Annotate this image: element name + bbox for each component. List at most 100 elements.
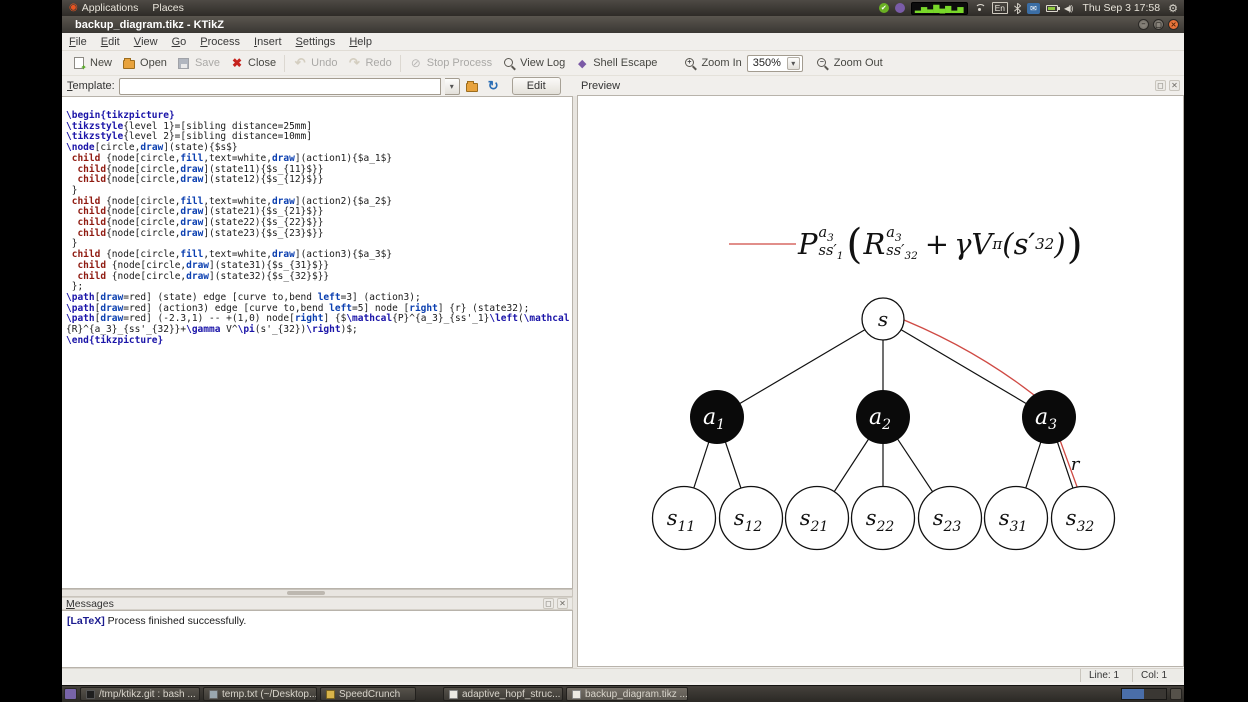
messages-dock-header: Messages ◻ ✕ xyxy=(62,597,573,610)
task-speedcrunch[interactable]: SpeedCrunch xyxy=(320,687,416,701)
equalizer-bars-icon: ▂▅▃▇▄▆▂▅ xyxy=(914,3,964,13)
messages-float-icon[interactable]: ◻ xyxy=(543,598,554,609)
template-open-button[interactable] xyxy=(464,78,481,95)
code-editor[interactable]: \begin{tikzpicture} \tikzstyle{level 1}=[… xyxy=(62,96,573,589)
new-button[interactable]: New xyxy=(67,54,117,72)
keyboard-layout-indicator[interactable]: En xyxy=(991,2,1008,14)
document-icon xyxy=(572,689,581,699)
preview-pane[interactable]: s a1 a2 a3 s11 s12 s21 s22 s23 s31 s32 r xyxy=(577,95,1184,667)
message-text: Process finished successfully. xyxy=(104,615,247,627)
tikz-diagram-canvas: s a1 a2 a3 s11 s12 s21 s22 s23 s31 s32 r xyxy=(651,243,1116,551)
places-menu[interactable]: Places xyxy=(145,0,191,16)
code-line: \path[draw=red] (-2.3,1) -- +(1,0) node[… xyxy=(66,313,570,336)
taskbar: /tmp/ktikz.git : bash ... temp.txt (~/De… xyxy=(62,686,1184,702)
folder-icon xyxy=(466,81,479,92)
ktikz-window: backup_diagram.tikz - KTikZ – ▢ ✕ File E… xyxy=(62,16,1184,686)
menu-help[interactable]: Help xyxy=(342,33,379,50)
shell-escape-button[interactable]: ◆ Shell Escape xyxy=(570,54,662,72)
places-menu-label: Places xyxy=(152,2,184,14)
maximize-button[interactable]: ▢ xyxy=(1153,19,1164,30)
editor-horizontal-scrollbar[interactable] xyxy=(62,589,573,597)
workspace-1[interactable] xyxy=(1122,689,1144,699)
reward-edge-label: r xyxy=(1071,454,1081,475)
battery-icon[interactable] xyxy=(1045,4,1060,12)
zoom-level-select[interactable]: 350% ▾ xyxy=(746,54,803,72)
menu-file[interactable]: File xyxy=(62,33,94,50)
zoom-out-button[interactable]: − Zoom Out xyxy=(811,54,888,72)
system-monitor-applet[interactable]: ▂▅▃▇▄▆▂▅ xyxy=(910,1,968,15)
session-menu-icon[interactable]: ⚙ xyxy=(1166,2,1184,15)
code-line: child {node[circle,draw](state32){$s_{32… xyxy=(77,270,330,282)
statusbar: Line: 1 Col: 1 xyxy=(62,668,1184,682)
open-folder-icon xyxy=(122,56,136,70)
preview-float-icon[interactable]: ◻ xyxy=(1155,80,1166,91)
template-row: Template: ▾ ↻ Edit xyxy=(62,76,573,96)
toolbar-separator xyxy=(399,54,401,72)
leaf-node-s22 xyxy=(850,485,916,551)
task-terminal[interactable]: /tmp/ktikz.git : bash ... xyxy=(80,687,200,701)
preview-dock-title: Preview xyxy=(581,79,621,92)
stop-process-button[interactable]: ⊘ Stop Process xyxy=(404,54,497,72)
leaf-node-s32 xyxy=(1050,485,1116,551)
leaf-node-s31 xyxy=(983,485,1049,551)
save-button[interactable]: Save xyxy=(172,54,225,72)
zoom-out-icon: − xyxy=(816,56,830,70)
menu-settings[interactable]: Settings xyxy=(289,33,343,50)
show-desktop-icon[interactable] xyxy=(64,688,77,700)
messages-dock-title: Messages xyxy=(66,597,114,610)
open-button[interactable]: Open xyxy=(117,54,172,72)
window-titlebar[interactable]: backup_diagram.tikz - KTikZ – ▢ ✕ xyxy=(62,16,1184,33)
update-ok-icon[interactable]: ✔ xyxy=(878,3,889,13)
gnome-top-panel: ◉ Applications Places ✔ ▂▅▃▇▄▆▂▅ En ✉ ◀)… xyxy=(62,0,1184,16)
volume-icon[interactable]: ◀)) xyxy=(1064,4,1074,13)
system-tray: ✔ ▂▅▃▇▄▆▂▅ En ✉ ◀)) xyxy=(878,1,1077,15)
status-line: Line: 1 xyxy=(1080,669,1132,682)
screenshot-root: ◉ Applications Places ✔ ▂▅▃▇▄▆▂▅ En ✉ ◀)… xyxy=(0,0,1248,702)
wifi-icon[interactable] xyxy=(974,3,986,13)
toolbar-separator xyxy=(284,54,286,72)
message-source-label: [LaTeX] xyxy=(67,615,105,627)
close-file-button[interactable]: ✖ Close xyxy=(225,54,281,72)
redo-icon: ↷ xyxy=(348,55,360,70)
bluetooth-icon[interactable] xyxy=(1014,2,1021,14)
undo-button[interactable]: ↶ Undo xyxy=(288,54,342,72)
task-text-editor[interactable]: temp.txt (~/Desktop... xyxy=(203,687,317,701)
view-log-button[interactable]: View Log xyxy=(497,54,570,72)
close-file-icon: ✖ xyxy=(231,56,243,70)
messages-panel[interactable]: [LaTeX] Process finished successfully. xyxy=(62,610,573,668)
status-col: Col: 1 xyxy=(1132,669,1184,682)
menu-process[interactable]: Process xyxy=(193,33,247,50)
applications-menu-label: Applications xyxy=(81,2,139,14)
template-edit-button[interactable]: Edit xyxy=(511,77,561,95)
menu-edit[interactable]: Edit xyxy=(94,33,127,50)
minimize-button[interactable]: – xyxy=(1138,19,1149,30)
chevron-down-icon: ▾ xyxy=(786,56,800,70)
task-adaptive-hopf[interactable]: adaptive_hopf_struc... xyxy=(443,687,563,701)
document-icon xyxy=(449,689,458,699)
workspace-2[interactable] xyxy=(1144,689,1166,699)
menu-go[interactable]: Go xyxy=(165,33,194,50)
messages-close-icon[interactable]: ✕ xyxy=(557,598,568,609)
template-dropdown-arrow[interactable]: ▾ xyxy=(444,77,460,95)
stop-process-icon: ⊘ xyxy=(410,56,421,70)
workspace-switcher[interactable] xyxy=(1121,688,1167,700)
trash-icon[interactable] xyxy=(1170,688,1182,700)
template-reload-button[interactable]: ↻ xyxy=(485,78,502,95)
mail-indicator-icon[interactable]: ✉ xyxy=(1026,2,1040,14)
applications-menu[interactable]: ◉ Applications xyxy=(62,0,145,16)
task-backup-diagram[interactable]: backup_diagram.tikz ... xyxy=(566,687,688,701)
template-input[interactable] xyxy=(118,77,441,95)
calculator-icon xyxy=(326,689,335,699)
menu-view[interactable]: View xyxy=(127,33,165,50)
undo-icon: ↶ xyxy=(294,55,306,70)
toolbar: New Open Save ✖ Close ↶ Undo xyxy=(62,51,1184,76)
scrollbar-thumb[interactable] xyxy=(287,591,325,595)
time-tracker-icon[interactable] xyxy=(894,3,905,13)
preview-close-icon[interactable]: ✕ xyxy=(1169,80,1180,91)
menu-insert[interactable]: Insert xyxy=(247,33,289,50)
close-button[interactable]: ✕ xyxy=(1168,19,1179,30)
save-icon xyxy=(177,56,191,70)
clock[interactable]: Thu Sep 3 17:58 xyxy=(1076,2,1166,14)
zoom-in-button[interactable]: + Zoom In xyxy=(678,54,746,72)
redo-button[interactable]: ↷ Redo xyxy=(342,54,396,72)
